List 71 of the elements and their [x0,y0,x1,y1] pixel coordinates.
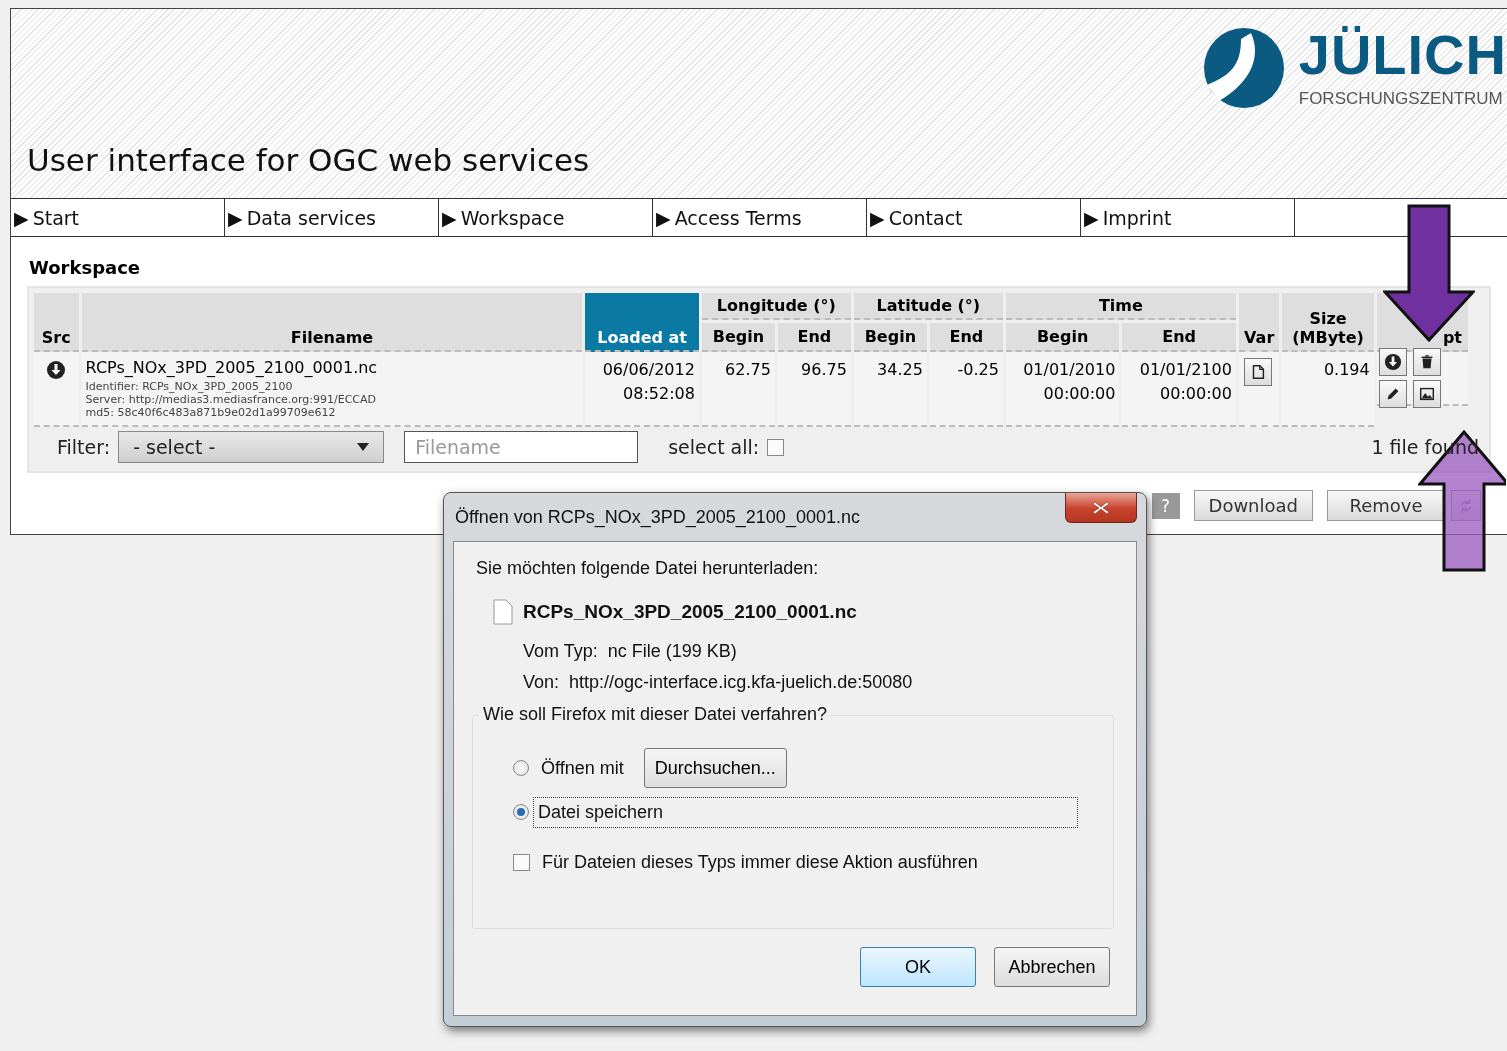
dialog-text: Sie möchten folgende Datei herunterladen: [476,558,820,579]
nav-marker: ▶ [656,206,671,229]
filter-dropdown[interactable]: - select - [118,431,385,463]
column-header[interactable]: End [929,320,1003,352]
nav-link[interactable]: ▶ Access Terms [653,199,867,236]
table-cell-text: 00:00:00 [1159,383,1232,405]
nav-label: Imprint [1102,206,1172,229]
field-value: nc File (199 KB) [607,641,737,662]
column-header[interactable]: Src [34,290,79,352]
select-all-label: select all: [668,436,760,458]
section-heading: Workspace [29,257,142,278]
column-header[interactable]: Begin [701,320,775,352]
column-header[interactable]: Time [1005,290,1236,320]
action-button[interactable]: Remove [1327,490,1445,521]
logo-text: JÜLICH [1298,27,1507,83]
column-header[interactable]: End [777,320,851,352]
nav-link[interactable]: ▶ Workspace [439,199,653,236]
nav-link[interactable]: ▶ Data services [225,199,439,236]
nav-marker: ▶ [228,206,243,229]
field-value: http://ogc-interface.icg.kfa-juelich.de:50080 [569,672,913,693]
nav-label: Access Terms [674,206,802,229]
file-detail: md5: 58c40f6c483a871b9e02d1a99709e612 [85,406,337,419]
column-header[interactable]: Longitude (°) [701,290,851,320]
filter-label: Filter: [57,436,111,458]
page-title: User interface for OGC web services [27,142,590,178]
file-count: 1 file found [1371,436,1479,458]
column-header[interactable]: Var [1238,290,1280,352]
filename-field[interactable]: Filename [404,431,639,463]
browse-button[interactable]: Durchsuchen... [643,748,787,788]
cancel-button[interactable]: Abbrechen [994,947,1110,987]
file-detail: Identifier: RCPs_NOx_3PD_2005_2100 [85,380,294,393]
nav-marker: ▶ [870,206,885,229]
table-cell-text: 06/06/2012 [601,359,695,381]
nav-label: Workspace [460,206,565,229]
nav-link[interactable]: ▶ Imprint [1081,199,1295,236]
table-cell-text: 0.194 [1322,359,1370,381]
logo-subtitle: FORSCHUNGSZENTRUM [1298,89,1504,109]
ok-button[interactable]: OK [860,947,976,987]
option-label: Datei speichern [533,796,1078,828]
nav-label: Data services [246,206,376,229]
column-header[interactable]: End [1122,320,1236,352]
option-label: Für Dateien dieses Typs immer diese Aktion ausführen [542,851,978,873]
option-label: Öffnen mit [541,757,624,779]
table-cell-text: -0.25 [956,359,999,381]
nav-link[interactable]: ▶ Contact [867,199,1081,236]
column-header[interactable]: Loaded at [585,290,699,352]
column-header[interactable]: Size (MByte) [1282,290,1374,352]
nav-marker: ▶ [442,206,457,229]
file-name: RCPs_NOx_3PD_2005_2100_0001.nc [85,358,379,377]
field-label: Vom Typ: [523,641,598,662]
dialog-title: Öffnen von RCPs_NOx_3PD_2005_2100_0001.nc [454,506,861,529]
table-cell-text: 96.75 [800,359,847,381]
column-header[interactable]: Begin [1005,320,1120,352]
table-cell-text: 01/01/2010 [1022,359,1116,381]
column-header[interactable]: Begin [853,320,927,352]
table-cell-text: 08:52:08 [622,383,695,405]
file-name: RCPs_NOx_3PD_2005_2100_0001.nc [523,601,857,623]
table-cell-text: 62.75 [724,359,771,381]
nav-label: Start [32,206,80,229]
file-detail: Server: http://medias3.mediasfrance.org:991/ECCAD [85,393,378,406]
nav-marker: ▶ [14,206,29,229]
nav-marker: ▶ [1084,206,1099,229]
nav-label: Contact [888,206,963,229]
table-cell-text: 00:00:00 [1042,383,1116,405]
action-button[interactable]: Download [1193,490,1313,521]
table-cell-text: 34.25 [876,359,923,381]
table-cell-text: 01/01/2100 [1138,359,1232,381]
column-header[interactable]: Latitude (°) [853,290,1003,320]
nav-link[interactable]: ▶ Start [11,199,225,236]
column-header[interactable]: Filename [81,290,583,352]
field-label: Von: [523,672,560,693]
